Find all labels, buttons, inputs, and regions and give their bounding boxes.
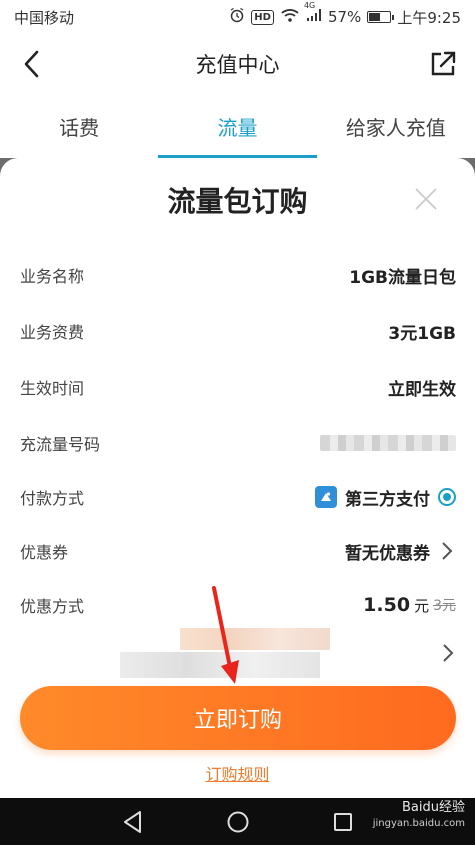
circle-home-icon	[227, 811, 248, 832]
hd-badge: HD	[251, 9, 274, 25]
coupon-label: 优惠券	[20, 543, 69, 562]
order-now-button[interactable]: 立即订购	[20, 686, 456, 750]
baidu-watermark: Baidu经验 jingyan.baidu.com	[373, 800, 465, 832]
chevron-right-icon[interactable]	[439, 642, 457, 664]
tab-phone-bill[interactable]: 话费	[0, 94, 158, 158]
discount-price-unit: 元	[414, 596, 430, 615]
effective-time-row: 生效时间 立即生效	[20, 372, 456, 402]
business-name-label: 业务名称	[20, 267, 85, 286]
recharge-number-label: 充流量号码	[20, 435, 101, 454]
nav-recents-button[interactable]	[328, 807, 358, 837]
page-title: 充值中心	[195, 53, 280, 77]
signal-icon: 4G	[304, 1, 322, 26]
payment-method-row[interactable]: 付款方式 第三方支付	[20, 482, 456, 512]
coupon-row[interactable]: 优惠券 暂无优惠券	[20, 536, 456, 566]
triangle-back-icon	[123, 810, 141, 833]
back-arrow-icon	[24, 50, 39, 78]
coupon-value: 暂无优惠券	[345, 543, 430, 564]
payment-method-label: 付款方式	[20, 489, 85, 508]
network-type-label: 4G	[303, 1, 316, 10]
masked-phone-number	[320, 435, 456, 451]
close-button[interactable]	[411, 184, 441, 214]
payment-method-value: 第三方支付	[345, 489, 430, 510]
watermark-brand: Baidu经验	[402, 800, 465, 815]
close-icon	[415, 188, 437, 210]
business-fee-value: 3元1GB	[388, 323, 456, 344]
nav-home-button[interactable]	[223, 807, 253, 837]
tab-family-recharge[interactable]: 给家人充值	[317, 94, 475, 158]
business-name-row: 业务名称 1GB流量日包	[20, 260, 456, 290]
battery-level	[369, 13, 381, 21]
battery-percent: 57%	[327, 8, 362, 26]
payment-radio[interactable]	[438, 488, 456, 506]
business-fee-row: 业务资费 3元1GB	[20, 316, 456, 346]
battery-icon	[367, 11, 395, 23]
order-sheet: 流量包订购 业务名称 1GB流量日包 业务资费 3元1GB 生效时间 立即生效 …	[0, 158, 475, 798]
order-rules-link[interactable]: 订购规则	[0, 761, 475, 785]
alarm-icon	[229, 7, 245, 27]
share-button[interactable]	[425, 46, 461, 82]
effective-time-label: 生效时间	[20, 379, 85, 398]
tab-bar: 话费 流量 给家人充值	[0, 94, 475, 158]
share-icon	[431, 51, 456, 76]
square-recents-icon	[333, 812, 352, 831]
effective-time-value: 立即生效	[388, 379, 456, 400]
discount-price: 1.50	[363, 594, 411, 616]
sheet-title: 流量包订购	[167, 185, 308, 218]
original-price: 3元	[433, 598, 456, 614]
chevron-right-icon	[442, 542, 453, 560]
blurred-block	[180, 628, 330, 650]
business-name-value: 1GB流量日包	[349, 267, 456, 288]
clock: 上午9:25	[397, 8, 461, 27]
discount-method-label: 优惠方式	[20, 597, 85, 616]
carrier-label: 中国移动	[14, 8, 75, 27]
recharge-number-row: 充流量号码	[20, 428, 456, 458]
red-arrow-annotation	[212, 586, 239, 684]
header: 充值中心	[0, 34, 475, 94]
watermark-url: jingyan.baidu.com	[372, 818, 465, 829]
back-button[interactable]	[14, 46, 50, 82]
third-party-pay-icon	[315, 486, 337, 508]
nav-back-button[interactable]	[118, 807, 148, 837]
business-fee-label: 业务资费	[20, 323, 85, 342]
wifi-icon	[280, 7, 300, 27]
radio-selected-dot	[443, 493, 451, 501]
tab-data[interactable]: 流量	[158, 94, 317, 158]
status-icons: HD 4G 57% 上午9:25	[229, 1, 461, 28]
status-bar: 中国移动 HD 4G 57% 上午9:25	[0, 0, 475, 34]
